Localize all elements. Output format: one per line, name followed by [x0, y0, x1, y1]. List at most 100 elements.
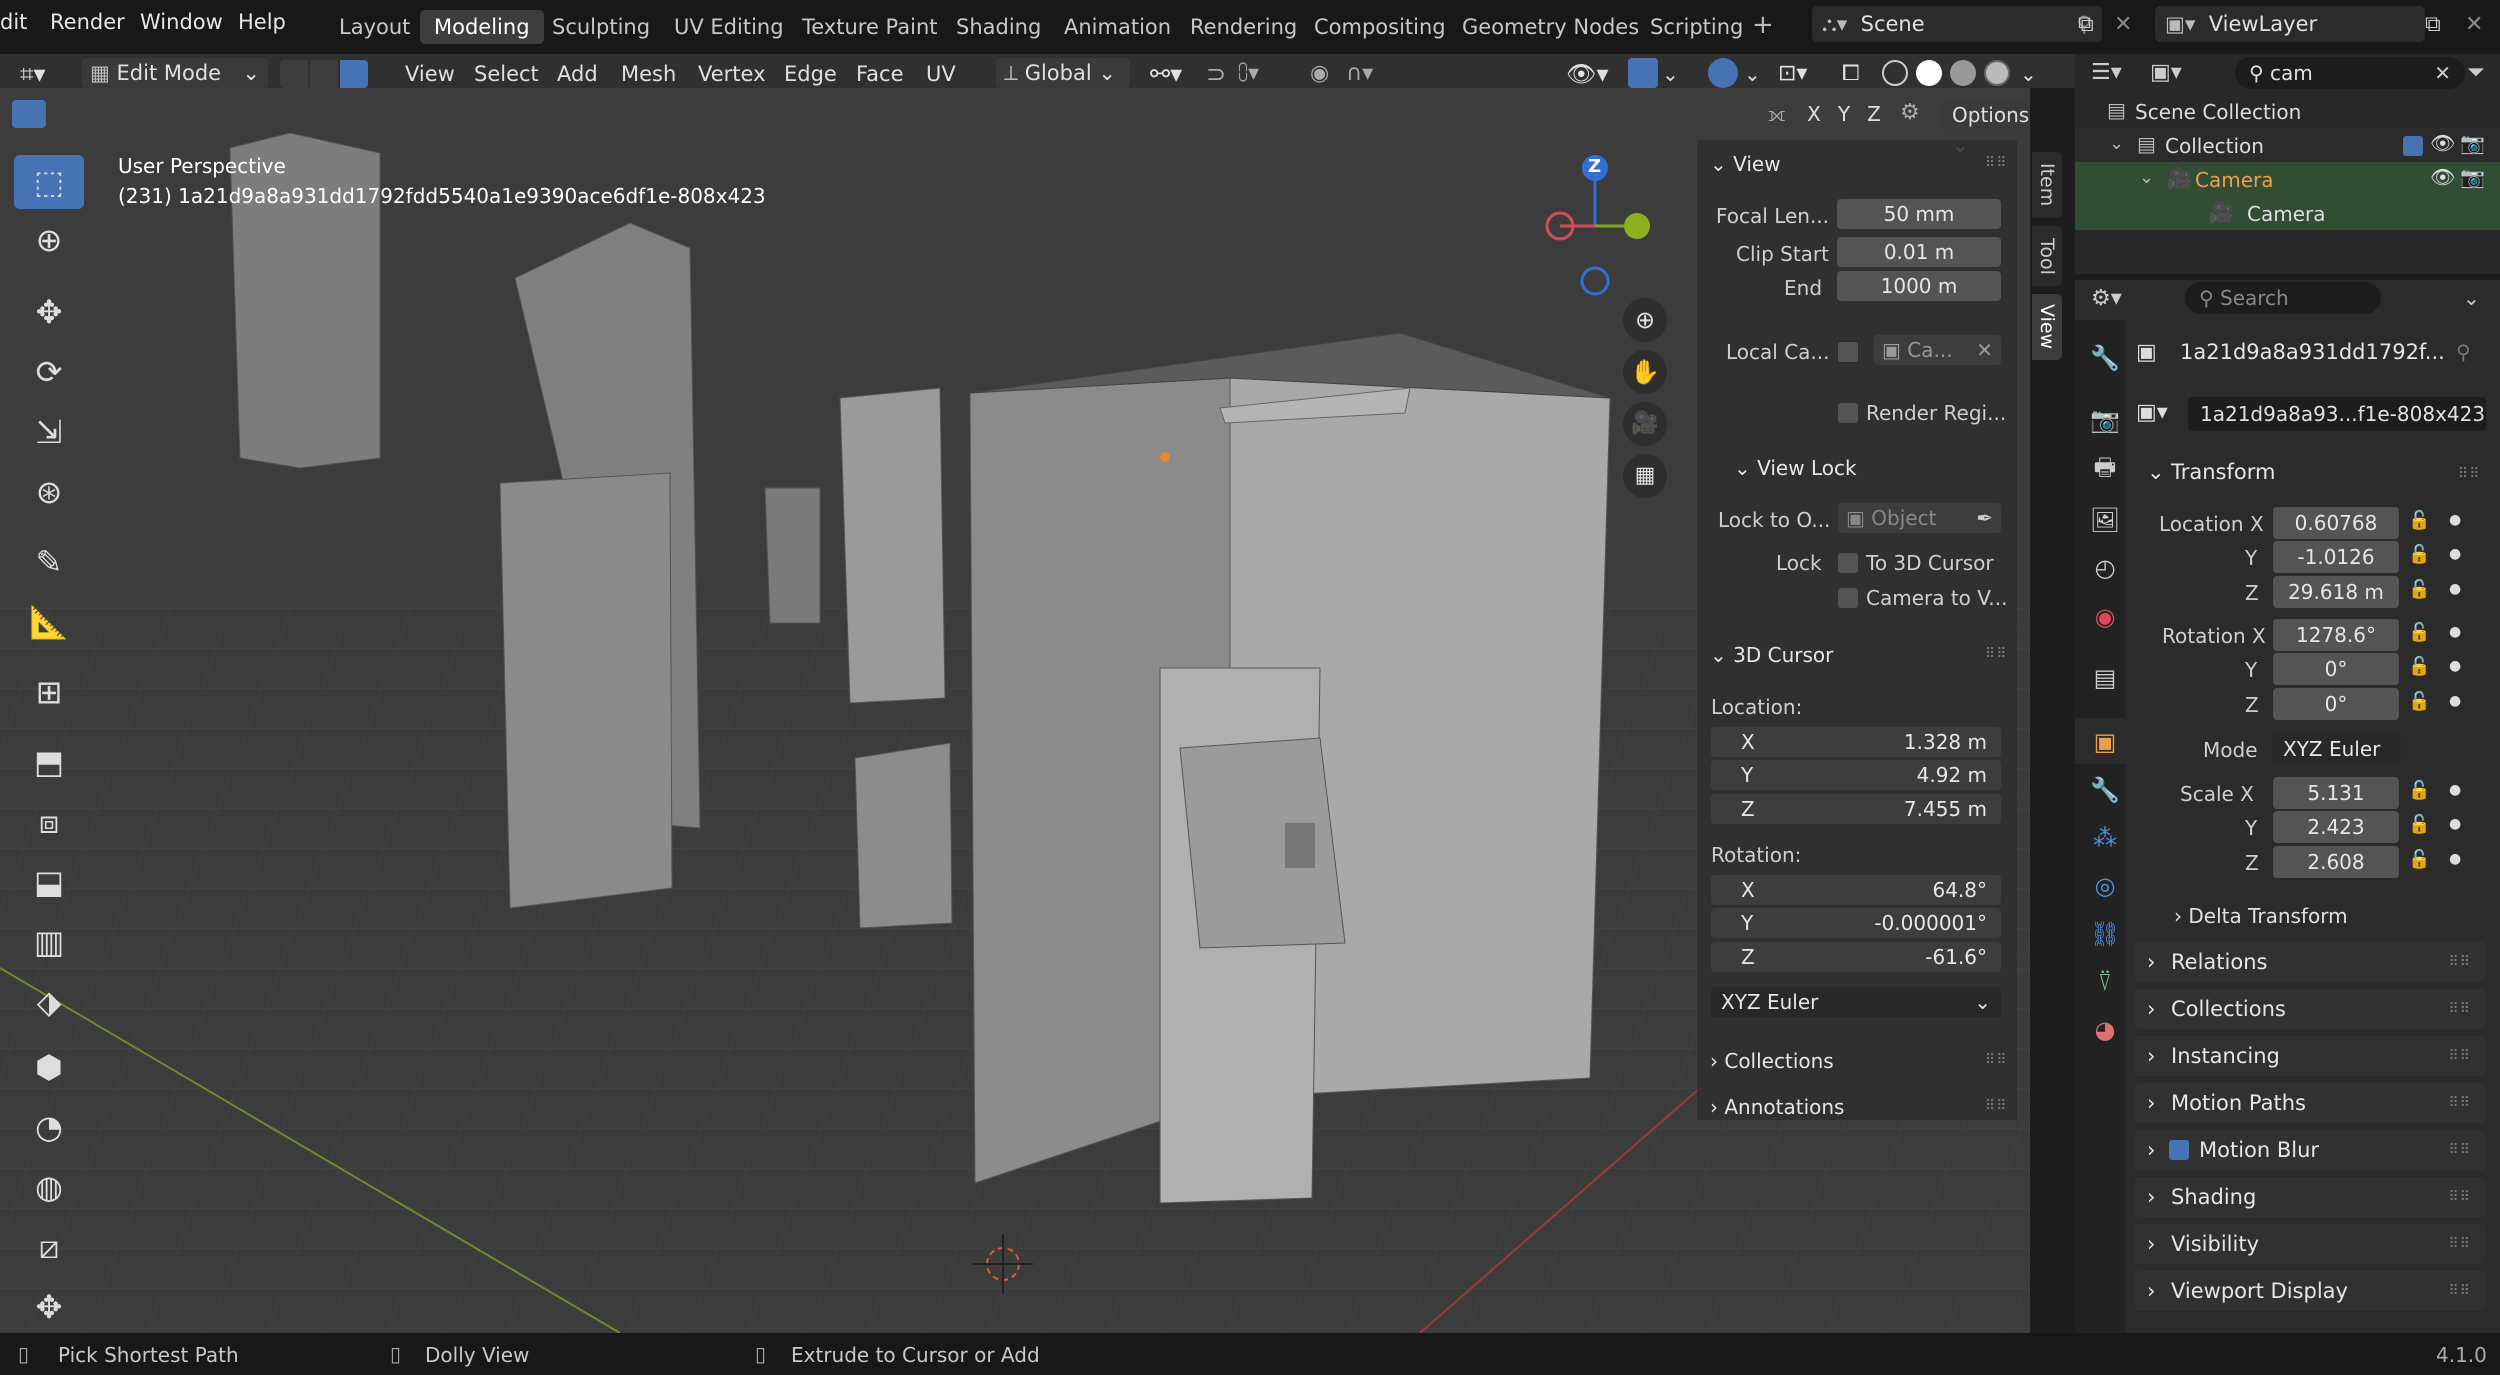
- cursor-z-field[interactable]: Z 7.455 m: [1711, 794, 2001, 824]
- data-tab-icon[interactable]: ⍢: [2085, 962, 2125, 1002]
- mode-dropdown[interactable]: ▦ Edit Mode ⌄: [82, 58, 268, 88]
- drag-handle-icon[interactable]: ⠿⠿: [2458, 466, 2481, 482]
- scale-z-field[interactable]: 2.608: [2273, 846, 2399, 878]
- rotation-mode-dropdown[interactable]: XYZ Euler ⌄: [1711, 987, 2001, 1017]
- collection-tab-icon[interactable]: ▤: [2085, 658, 2125, 698]
- options-dropdown[interactable]: Options ⌄: [1940, 100, 2030, 157]
- scale-y-field[interactable]: 2.423: [2273, 811, 2399, 843]
- keyframe-dot-icon[interactable]: ●: [2449, 816, 2461, 832]
- outliner-row-scene-collection[interactable]: ▤ Scene Collection: [2075, 94, 2500, 128]
- drag-handle-icon[interactable]: ⠿⠿: [2448, 1036, 2471, 1076]
- menu-window[interactable]: Window: [140, 10, 223, 34]
- tab-geometry-nodes[interactable]: Geometry Nodes: [1448, 10, 1653, 44]
- new-scene-icon[interactable]: ⧉: [2078, 12, 2094, 37]
- add-workspace-button[interactable]: +: [1752, 10, 1774, 40]
- menu-edit[interactable]: dit: [0, 10, 27, 34]
- poly-build-tool[interactable]: ⬢: [14, 1040, 84, 1094]
- tab-item[interactable]: Item: [2032, 152, 2062, 218]
- smooth-tool[interactable]: ◍: [14, 1160, 84, 1214]
- tab-modeling[interactable]: Modeling: [420, 10, 544, 44]
- lock-to-cursor-checkbox[interactable]: [1838, 553, 1858, 573]
- clear-search-icon[interactable]: ✕: [2434, 57, 2451, 89]
- location-x-field[interactable]: 0.60768: [2273, 507, 2399, 539]
- cursor-rot-z-field[interactable]: Z -61.6°: [1711, 942, 2001, 972]
- keyframe-dot-icon[interactable]: ●: [2449, 581, 2461, 597]
- lock-icon[interactable]: 🔓: [2408, 849, 2430, 870]
- local-camera-field[interactable]: ▣ Ca... ✕: [1874, 335, 2001, 365]
- eye-icon[interactable]: 👁: [2430, 131, 2455, 155]
- tab-uv-editing[interactable]: UV Editing: [660, 10, 798, 44]
- pivot-icon[interactable]: ⚯▾: [1150, 58, 1182, 90]
- menu-edge[interactable]: Edge: [784, 58, 837, 90]
- outliner-search-input[interactable]: ⚲ cam ✕: [2235, 57, 2465, 89]
- camera-to-view-checkbox[interactable]: [1838, 588, 1858, 608]
- cursor-y-field[interactable]: Y 4.92 m: [1711, 760, 2001, 790]
- tab-view[interactable]: View: [2032, 294, 2062, 360]
- wireframe-shading-icon[interactable]: [1882, 60, 1908, 86]
- menu-add[interactable]: Add: [557, 58, 598, 90]
- pin-icon[interactable]: ⚲: [2456, 340, 2471, 364]
- drag-handle-icon[interactable]: ⠿⠿: [2448, 989, 2471, 1029]
- tool-tab-icon[interactable]: 🔧: [2085, 338, 2125, 378]
- camera-render-icon[interactable]: 📷: [2460, 131, 2485, 155]
- lock-icon[interactable]: 🔓: [2408, 510, 2430, 531]
- lock-object-field[interactable]: ▣ Object ✒: [1838, 503, 2001, 533]
- face-select-icon[interactable]: [340, 60, 368, 88]
- select-invert-icon[interactable]: [126, 100, 160, 128]
- focal-length-field[interactable]: 50 mm: [1837, 199, 2001, 229]
- drag-handle-icon[interactable]: ⠿⠿: [2448, 1130, 2471, 1170]
- delta-transform-subpanel[interactable]: › Delta Transform: [2174, 904, 2348, 928]
- render-region-checkbox[interactable]: [1838, 403, 1858, 423]
- filter-icon[interactable]: ⏷: [2467, 60, 2485, 85]
- new-view-layer-icon[interactable]: ⧉: [2425, 12, 2441, 37]
- mesh-edit-overlay-icon[interactable]: ⊡▾: [1778, 58, 1807, 90]
- properties-editor-icon[interactable]: ⚙▾: [2091, 286, 2122, 311]
- zoom-icon[interactable]: ⊕: [1623, 298, 1667, 342]
- move-tool[interactable]: ✥: [14, 285, 84, 339]
- material-shading-icon[interactable]: [1950, 60, 1976, 86]
- chevron-down-icon[interactable]: ⌄: [2463, 286, 2480, 310]
- measure-tool[interactable]: 📐: [14, 595, 84, 649]
- clear-icon[interactable]: ✕: [1976, 335, 1993, 365]
- motion-paths-panel-header[interactable]: › Motion Paths ⠿⠿: [2135, 1083, 2485, 1123]
- drag-handle-icon[interactable]: ⠿⠿: [2448, 1271, 2471, 1311]
- inset-tool[interactable]: ⧈: [14, 795, 84, 849]
- tab-sculpting[interactable]: Sculpting: [538, 10, 664, 44]
- keyframe-dot-icon[interactable]: ●: [2449, 693, 2461, 709]
- bevel-tool[interactable]: ⬓: [14, 855, 84, 909]
- lock-icon[interactable]: 🔓: [2408, 622, 2430, 643]
- view-panel-header[interactable]: ⌄ View: [1710, 152, 1781, 176]
- tab-layout[interactable]: Layout: [325, 10, 424, 44]
- rotation-y-field[interactable]: 0°: [2273, 653, 2399, 685]
- gizmo-toggle-icon[interactable]: [1628, 58, 1658, 88]
- menu-mesh[interactable]: Mesh: [621, 58, 676, 90]
- knife-tool[interactable]: ⬗: [14, 975, 84, 1029]
- chevron-down-icon[interactable]: ⌄: [2109, 133, 2124, 154]
- view-lock-header[interactable]: ⌄ View Lock: [1734, 456, 1857, 480]
- cursor-tool[interactable]: ⊕: [14, 213, 84, 267]
- grid-view-icon[interactable]: ▦: [1623, 454, 1667, 498]
- menu-face[interactable]: Face: [856, 58, 904, 90]
- object-browse-icon[interactable]: ▣▾: [2136, 400, 2168, 425]
- rotation-x-field[interactable]: 1278.6°: [2273, 619, 2399, 651]
- keyframe-dot-icon[interactable]: ●: [2449, 546, 2461, 562]
- visibility-icon[interactable]: 👁▾: [1566, 58, 1609, 90]
- display-mode-icon[interactable]: ▣▾: [2150, 60, 2182, 85]
- outliner-editor-icon[interactable]: ☰▾: [2091, 60, 2122, 85]
- local-camera-checkbox[interactable]: [1838, 342, 1858, 362]
- close-scene-icon[interactable]: ✕: [2114, 12, 2132, 37]
- keyframe-dot-icon[interactable]: ●: [2449, 624, 2461, 640]
- rotate-tool[interactable]: ⟳: [14, 345, 84, 399]
- drag-handle-icon[interactable]: ⠿⠿: [1985, 1052, 2008, 1068]
- select-new-icon[interactable]: [12, 100, 46, 128]
- menu-vertex[interactable]: Vertex: [698, 58, 766, 90]
- drag-handle-icon[interactable]: ⠿⠿: [2448, 1224, 2471, 1264]
- orientation-dropdown[interactable]: ⟂ Global ⌄: [996, 58, 1130, 88]
- drag-handle-icon[interactable]: ⠿⠿: [2448, 942, 2471, 982]
- drag-handle-icon[interactable]: ⠿⠿: [2448, 1083, 2471, 1123]
- overlay-toggle-icon[interactable]: [1708, 58, 1738, 88]
- pan-hand-icon[interactable]: ✋: [1623, 350, 1667, 394]
- shrink-fatten-tool[interactable]: ✥: [14, 1280, 84, 1334]
- motion-blur-panel-header[interactable]: › Motion Blur ⠿⠿: [2135, 1130, 2485, 1170]
- physics-tab-icon[interactable]: ◎: [2085, 866, 2125, 906]
